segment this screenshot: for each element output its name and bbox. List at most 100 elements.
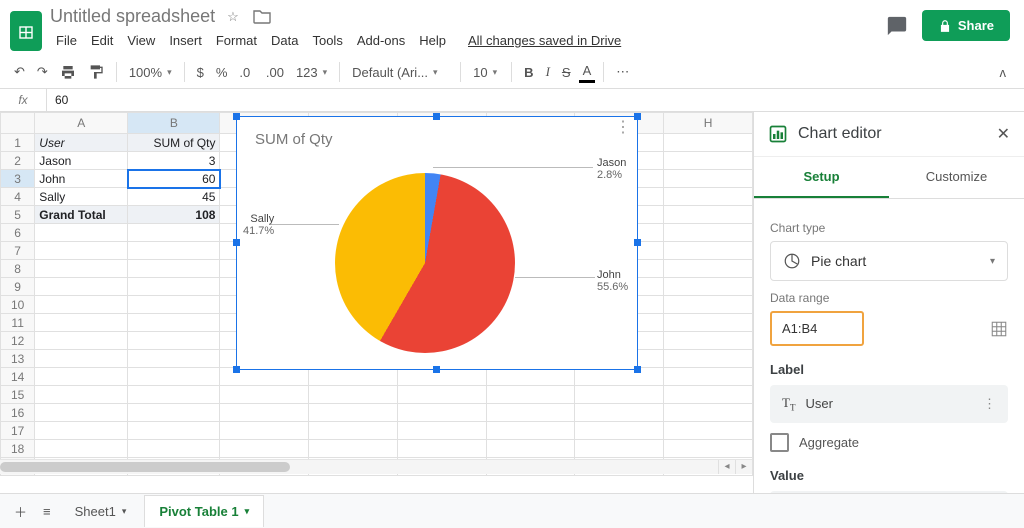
number-format-select[interactable]: 123 xyxy=(292,61,331,84)
cell-H10[interactable] xyxy=(664,296,753,314)
cell-A16[interactable] xyxy=(35,404,128,422)
cell-E18[interactable] xyxy=(398,440,487,458)
cell-A18[interactable] xyxy=(35,440,128,458)
aggregate-checkbox-row[interactable]: Aggregate xyxy=(770,433,1008,452)
cell-H2[interactable] xyxy=(664,152,753,170)
row-header[interactable]: 6 xyxy=(1,224,35,242)
cell-H9[interactable] xyxy=(664,278,753,296)
cell-B15[interactable] xyxy=(128,386,220,404)
chart-type-select[interactable]: Pie chart ▾ xyxy=(770,241,1008,281)
tab-setup[interactable]: Setup xyxy=(754,157,889,198)
cell-H12[interactable] xyxy=(664,332,753,350)
cell-G16[interactable] xyxy=(575,404,664,422)
row-header[interactable]: 12 xyxy=(1,332,35,350)
cell-B1[interactable]: SUM of Qty xyxy=(128,134,220,152)
close-icon[interactable]: ✕ xyxy=(997,124,1010,144)
row-header[interactable]: 2 xyxy=(1,152,35,170)
add-sheet-icon[interactable]: ＋ xyxy=(8,496,33,527)
cell-D18[interactable] xyxy=(309,440,398,458)
row-header[interactable]: 15 xyxy=(1,386,35,404)
cell-B2[interactable]: 3 xyxy=(128,152,220,170)
cell-F15[interactable] xyxy=(486,386,575,404)
chart-menu-icon[interactable]: ⋮ xyxy=(615,123,631,133)
chevron-down-icon[interactable]: ▾ xyxy=(245,506,250,517)
collapse-side-icon[interactable]: ʌ xyxy=(992,61,1015,84)
cell-H13[interactable] xyxy=(664,350,753,368)
chevron-down-icon[interactable]: ▾ xyxy=(122,506,127,517)
cell-A12[interactable] xyxy=(35,332,128,350)
cell-A14[interactable] xyxy=(35,368,128,386)
cell-A7[interactable] xyxy=(35,242,128,260)
cell-B8[interactable] xyxy=(128,260,220,278)
menu-tools[interactable]: Tools xyxy=(306,29,348,52)
cell-E14[interactable] xyxy=(398,368,487,386)
select-all-corner[interactable] xyxy=(1,113,35,134)
cell-D15[interactable] xyxy=(309,386,398,404)
col-header-B[interactable]: B xyxy=(128,113,220,134)
row-header[interactable]: 14 xyxy=(1,368,35,386)
row-header[interactable]: 18 xyxy=(1,440,35,458)
cell-B12[interactable] xyxy=(128,332,220,350)
cell-G15[interactable] xyxy=(575,386,664,404)
cell-D16[interactable] xyxy=(309,404,398,422)
cell-C17[interactable] xyxy=(220,422,309,440)
row-header[interactable]: 16 xyxy=(1,404,35,422)
decrease-decimal-icon[interactable]: .0 xyxy=(235,61,257,84)
sheet-tab-pivot[interactable]: Pivot Table 1▾ xyxy=(144,495,264,527)
scroll-right-icon[interactable]: ▸ xyxy=(735,460,752,474)
embedded-chart[interactable]: ⋮ SUM of Qty Jason2.8% John55.6% Sally41… xyxy=(236,116,638,370)
row-header[interactable]: 9 xyxy=(1,278,35,296)
cell-A4[interactable]: Sally xyxy=(35,188,128,206)
star-icon[interactable]: ☆ xyxy=(225,9,241,25)
row-header[interactable]: 3 xyxy=(1,170,35,188)
row-header[interactable]: 11 xyxy=(1,314,35,332)
font-family-select[interactable]: Default (Ari... xyxy=(348,61,452,84)
bold-icon[interactable]: B xyxy=(520,61,537,84)
cell-D14[interactable] xyxy=(309,368,398,386)
cell-B10[interactable] xyxy=(128,296,220,314)
horizontal-scrollbar[interactable]: ◂ ▸ xyxy=(0,459,752,474)
cell-A15[interactable] xyxy=(35,386,128,404)
sheet-tab-sheet1[interactable]: Sheet1▾ xyxy=(61,496,141,527)
undo-icon[interactable]: ↶ xyxy=(10,60,29,84)
percent-icon[interactable]: % xyxy=(212,61,232,84)
cell-H4[interactable] xyxy=(664,188,753,206)
cell-F17[interactable] xyxy=(486,422,575,440)
cell-H5[interactable] xyxy=(664,206,753,224)
cell-B7[interactable] xyxy=(128,242,220,260)
cell-F14[interactable] xyxy=(486,368,575,386)
document-title[interactable]: Untitled spreadsheet xyxy=(50,6,215,27)
data-range-input[interactable]: A1:B4 xyxy=(770,311,864,346)
cell-A6[interactable] xyxy=(35,224,128,242)
row-header[interactable]: 10 xyxy=(1,296,35,314)
share-button[interactable]: Share xyxy=(922,10,1010,41)
comments-icon[interactable] xyxy=(886,15,908,37)
menu-insert[interactable]: Insert xyxy=(163,29,208,52)
menu-format[interactable]: Format xyxy=(210,29,263,52)
select-range-icon[interactable] xyxy=(990,320,1008,338)
cell-A9[interactable] xyxy=(35,278,128,296)
cell-H6[interactable] xyxy=(664,224,753,242)
cell-E16[interactable] xyxy=(398,404,487,422)
cell-H18[interactable] xyxy=(664,440,753,458)
cell-F16[interactable] xyxy=(486,404,575,422)
menu-data[interactable]: Data xyxy=(265,29,304,52)
cell-C15[interactable] xyxy=(220,386,309,404)
cell-A11[interactable] xyxy=(35,314,128,332)
cell-H1[interactable] xyxy=(664,134,753,152)
font-size-select[interactable]: 10 xyxy=(469,61,503,84)
cell-H8[interactable] xyxy=(664,260,753,278)
cell-A13[interactable] xyxy=(35,350,128,368)
cell-A5[interactable]: Grand Total xyxy=(35,206,128,224)
currency-icon[interactable]: $ xyxy=(193,61,208,84)
row-header[interactable]: 4 xyxy=(1,188,35,206)
cell-C14[interactable] xyxy=(220,368,309,386)
row-header[interactable]: 7 xyxy=(1,242,35,260)
menu-help[interactable]: Help xyxy=(413,29,452,52)
cell-G18[interactable] xyxy=(575,440,664,458)
cell-B11[interactable] xyxy=(128,314,220,332)
zoom-select[interactable]: 100% xyxy=(125,61,176,84)
row-header[interactable]: 13 xyxy=(1,350,35,368)
cell-A1[interactable]: User xyxy=(35,134,128,152)
formula-input[interactable]: 60 xyxy=(47,89,76,111)
